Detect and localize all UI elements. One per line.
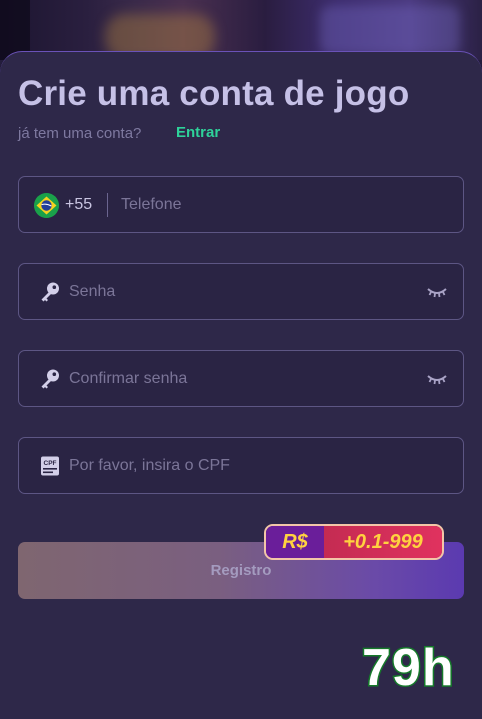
eye-closed-icon[interactable]	[427, 286, 447, 298]
confirm-password-input[interactable]: Confirmar senha	[69, 370, 187, 388]
phone-input[interactable]: Telefone	[121, 196, 182, 214]
confirm-password-field[interactable]: Confirmar senha	[18, 350, 464, 407]
phone-field[interactable]: +55 Telefone	[18, 176, 464, 233]
key-icon	[41, 369, 59, 389]
banner-graphic	[320, 6, 460, 54]
cpf-field[interactable]: CPF Por favor, insira o CPF	[18, 437, 464, 494]
key-icon	[41, 282, 59, 302]
register-panel: Crie uma conta de jogo já tem uma conta?…	[0, 51, 482, 719]
password-input[interactable]: Senha	[69, 283, 115, 301]
have-account-text: já tem uma conta?	[18, 125, 142, 142]
bonus-currency: R$	[266, 526, 324, 558]
cpf-card-icon: CPF	[41, 456, 59, 476]
cpf-input[interactable]: Por favor, insira o CPF	[69, 457, 230, 475]
country-code[interactable]: +55	[65, 196, 92, 214]
page-title: Crie uma conta de jogo	[18, 74, 410, 113]
bonus-badge: R$ +0.1-999	[264, 524, 444, 560]
watermark: 79h	[361, 638, 456, 699]
password-field[interactable]: Senha	[18, 263, 464, 320]
login-link[interactable]: Entrar	[176, 124, 220, 141]
cpf-icon-text: CPF	[44, 460, 57, 467]
eye-closed-icon[interactable]	[427, 373, 447, 385]
divider	[107, 193, 108, 217]
bonus-amount: +0.1-999	[324, 526, 442, 558]
brazil-flag-icon[interactable]	[34, 193, 59, 218]
